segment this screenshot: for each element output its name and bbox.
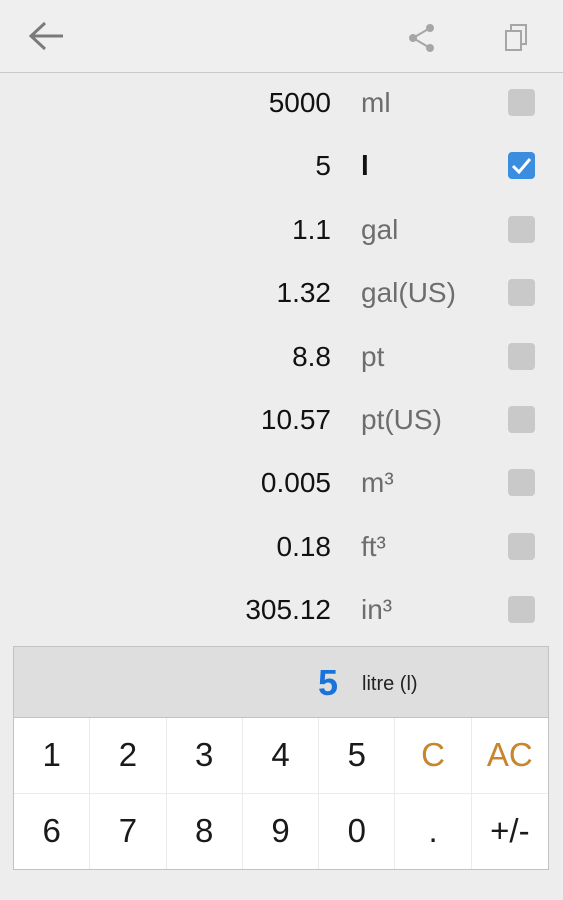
unit-checkbox[interactable] xyxy=(508,532,535,560)
conversion-list: 5000 ml 5 l 1.1 gal 1.32 gal(US) 8.8 pt … xyxy=(0,73,563,644)
conversion-row-ml[interactable]: 5000 ml xyxy=(0,73,563,136)
conversion-row-ft3[interactable]: 0.18 ft³ xyxy=(0,517,563,580)
key-7[interactable]: 7 xyxy=(90,793,167,869)
conversion-value: 305.12 xyxy=(245,594,331,626)
unit-checkbox[interactable] xyxy=(508,89,535,116)
app-toolbar xyxy=(0,0,563,73)
conversion-row-pt[interactable]: 8.8 pt xyxy=(0,327,563,390)
conversion-unit: l xyxy=(361,150,369,182)
key-4[interactable]: 4 xyxy=(242,718,320,794)
conversion-unit: pt xyxy=(361,340,385,372)
conversion-value: 8.8 xyxy=(292,340,331,372)
conversion-unit: in³ xyxy=(361,594,393,626)
input-unit-label: litre (l) xyxy=(362,673,418,695)
unit-checkbox[interactable] xyxy=(508,279,535,307)
conversion-value: 10.57 xyxy=(260,403,331,435)
conversion-unit: gal xyxy=(361,213,399,245)
conversion-value: 0.005 xyxy=(260,467,331,499)
conversion-value: 0.18 xyxy=(276,530,332,562)
conversion-row-l[interactable]: 5 l xyxy=(0,136,563,199)
input-display: 5 litre (l) xyxy=(13,646,549,718)
sign-toggle-key[interactable]: +/- xyxy=(472,794,548,870)
key-9[interactable]: 9 xyxy=(243,793,320,869)
copy-button[interactable] xyxy=(494,16,538,60)
copy-icon xyxy=(505,24,527,51)
input-value: 5 xyxy=(317,662,338,703)
clear-key[interactable]: C xyxy=(395,718,472,794)
unit-checkbox[interactable] xyxy=(508,215,535,243)
conversion-value: 1.1 xyxy=(292,213,331,245)
conversion-unit: ml xyxy=(361,87,391,118)
conversion-value: 5 xyxy=(315,150,331,182)
unit-checkbox[interactable] xyxy=(508,405,535,433)
key-2[interactable]: 2 xyxy=(90,718,167,794)
unit-checkbox[interactable] xyxy=(508,342,535,370)
key-8[interactable]: 8 xyxy=(167,793,243,869)
conversion-value: 5000 xyxy=(268,87,331,118)
share-icon xyxy=(409,24,434,52)
conversion-unit: pt(US) xyxy=(361,403,442,435)
conversion-row-pt-us[interactable]: 10.57 pt(US) xyxy=(0,390,563,453)
arrow-left-icon xyxy=(28,21,63,51)
all-clear-key[interactable]: AC xyxy=(471,718,548,794)
key-3[interactable]: 3 xyxy=(166,718,243,794)
key-5[interactable]: 5 xyxy=(319,718,396,794)
back-button[interactable] xyxy=(22,14,72,58)
key-6[interactable]: 6 xyxy=(14,793,91,869)
share-button[interactable] xyxy=(400,16,444,60)
decimal-key[interactable]: . xyxy=(395,793,472,869)
keypad: 1 2 3 4 5 C AC 6 7 8 9 0 . +/- xyxy=(13,718,549,870)
conversion-row-gal-us[interactable]: 1.32 gal(US) xyxy=(0,263,563,326)
unit-checkbox[interactable] xyxy=(508,596,535,624)
conversion-unit: ft³ xyxy=(361,530,386,562)
conversion-unit: gal(US) xyxy=(361,277,456,309)
conversion-row-in3[interactable]: 305.12 in³ xyxy=(0,580,563,643)
unit-checkbox[interactable] xyxy=(508,469,535,497)
key-0[interactable]: 0 xyxy=(319,793,396,869)
conversion-row-m3[interactable]: 0.005 m³ xyxy=(0,453,563,516)
conversion-unit: m³ xyxy=(361,467,394,499)
unit-checkbox[interactable] xyxy=(508,152,535,180)
conversion-row-gal[interactable]: 1.1 gal xyxy=(0,200,563,263)
conversion-value: 1.32 xyxy=(276,277,332,309)
checkmark-icon xyxy=(511,158,532,175)
key-1[interactable]: 1 xyxy=(14,718,91,794)
